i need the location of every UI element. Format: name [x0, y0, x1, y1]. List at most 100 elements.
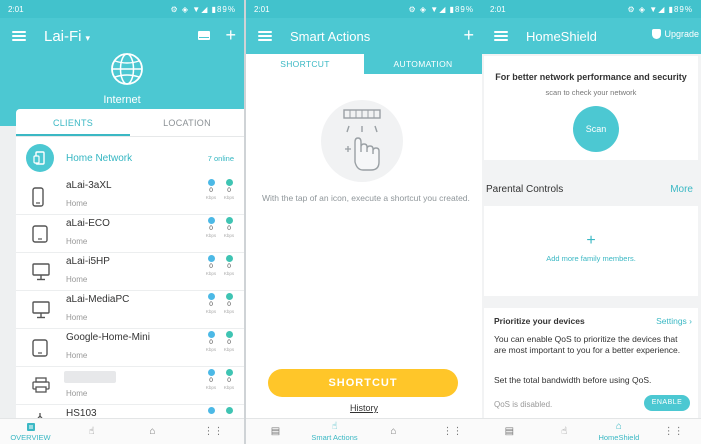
- menu-icon[interactable]: [494, 31, 508, 41]
- nav-overview[interactable]: ▤: [482, 419, 537, 444]
- clients-tabs: CLIENTS LOCATION: [16, 109, 244, 137]
- history-link[interactable]: History: [246, 403, 482, 413]
- grid-icon: ⋮⋮: [663, 426, 684, 437]
- overview-icon: ▤: [270, 426, 281, 437]
- rate-unit: Kbps: [223, 271, 235, 276]
- tab-shortcut[interactable]: SHORTCUT: [246, 54, 364, 74]
- download-rate: 0: [227, 263, 231, 270]
- bottom-nav: ▤ ☝ ⌂ HomeShield ⋮⋮: [482, 418, 701, 444]
- upload-rate: 0: [209, 263, 213, 270]
- client-row[interactable]: Home 0 Kbps 0 Kbps: [16, 367, 244, 405]
- upload-icon: [207, 369, 215, 376]
- nav-overview[interactable]: ▤: [246, 419, 305, 444]
- status-time: 2:01: [8, 4, 24, 14]
- rate-unit: Kbps: [223, 195, 235, 200]
- nav-more[interactable]: ⋮⋮: [423, 419, 482, 444]
- home-network-row[interactable]: Home Network 7 online: [16, 141, 244, 175]
- download-icon: [225, 293, 233, 300]
- enable-qos-button[interactable]: ENABLE: [644, 395, 690, 411]
- battery-level: 89%: [216, 4, 236, 14]
- status-icons: ⚙ ◈ ▼◢ ▮89%: [408, 4, 474, 14]
- download-rate: 0: [227, 377, 231, 384]
- client-rates: 0 Kbps 0 Kbps: [204, 331, 236, 365]
- network-name: Lai-Fi: [44, 27, 82, 45]
- rate-unit: Kbps: [205, 347, 217, 352]
- network-overview-screen: 2:01 ⚙ ◈ ▼◢ ▮89% Lai-Fi ▾ + Internet CLIE…: [0, 0, 244, 444]
- rate-unit: Kbps: [205, 271, 217, 276]
- add-icon[interactable]: +: [463, 26, 474, 44]
- internet-label: Internet: [103, 94, 141, 106]
- tab-location[interactable]: LOCATION: [130, 109, 244, 136]
- overview-icon: [26, 422, 35, 431]
- rate-unit: Kbps: [223, 309, 235, 314]
- globe-icon[interactable]: [110, 52, 144, 86]
- nav-smart-actions-label: Smart Actions: [311, 433, 358, 442]
- client-row[interactable]: aLai-MediaPC Home 0 Kbps 0 Kbps: [16, 291, 244, 329]
- client-location: Home: [66, 389, 88, 398]
- download-rate: 0: [227, 339, 231, 346]
- qos-settings-link[interactable]: Settings ›: [656, 316, 692, 326]
- rate-unit: Kbps: [205, 385, 217, 390]
- nav-smart-actions[interactable]: ☝ Smart Actions: [305, 419, 364, 444]
- download-icon: [225, 255, 233, 262]
- scan-card: For better network performance and secur…: [484, 56, 698, 160]
- status-bar: 2:01 ⚙ ◈ ▼◢ ▮89%: [246, 0, 482, 18]
- page-title: Smart Actions: [290, 28, 371, 44]
- parental-controls-title: Parental Controls: [486, 184, 564, 195]
- client-rates: 0 Kbps 0 Kbps: [204, 217, 236, 251]
- client-name: Google-Home-Mini: [66, 332, 150, 343]
- upload-rate: 0: [209, 187, 213, 194]
- nav-smart-actions[interactable]: ☝: [61, 419, 122, 444]
- download-rate: 0: [227, 225, 231, 232]
- qos-status: QoS is disabled.: [494, 400, 553, 409]
- tab-clients[interactable]: CLIENTS: [16, 109, 130, 136]
- shortcut-button[interactable]: SHORTCUT: [268, 369, 458, 397]
- network-selector[interactable]: Lai-Fi ▾: [44, 28, 90, 45]
- download-icon: [225, 407, 233, 414]
- smart-actions-screen: 2:01 ⚙ ◈ ▼◢ ▮89% Smart Actions + SHORTCU…: [246, 0, 482, 444]
- shield-home-icon: ⌂: [149, 426, 156, 437]
- rate-unit: Kbps: [223, 385, 235, 390]
- desktop-icon: [32, 301, 50, 319]
- client-row[interactable]: aLai-3aXL Home 0 Kbps 0 Kbps: [16, 177, 244, 215]
- nav-homeshield[interactable]: ⌂: [122, 419, 183, 444]
- online-count: 7 online: [207, 153, 234, 163]
- desktop-icon: [32, 263, 50, 281]
- grid-icon: ⋮⋮: [203, 426, 224, 437]
- scan-button[interactable]: Scan: [573, 106, 619, 152]
- more-link[interactable]: More: [670, 184, 693, 195]
- nav-homeshield[interactable]: ⌂ HomeShield: [592, 419, 647, 444]
- battery-level: 89%: [454, 4, 474, 14]
- nav-overview[interactable]: OVERVIEW: [0, 419, 61, 444]
- download-rate: 0: [227, 301, 231, 308]
- client-row[interactable]: aLai-i5HP Home 0 Kbps 0 Kbps: [16, 253, 244, 291]
- shield-home-icon: ⌂: [390, 426, 397, 437]
- client-row[interactable]: Google-Home-Mini Home 0 Kbps 0 Kbps: [16, 329, 244, 367]
- rate-unit: Kbps: [205, 233, 217, 238]
- app-bar: Lai-Fi ▾ +: [0, 18, 244, 54]
- parental-controls-header: Parental Controls More: [486, 184, 693, 195]
- status-icons: ⚙ ◈ ▼◢ ▮89%: [627, 4, 693, 14]
- bottom-nav: OVERVIEW ☝ ⌂ ⋮⋮: [0, 418, 244, 444]
- client-location: Home: [66, 237, 88, 246]
- qos-bandwidth-note: Set the total bandwidth before using QoS…: [494, 375, 652, 385]
- menu-icon[interactable]: [12, 31, 26, 41]
- nav-more[interactable]: ⋮⋮: [646, 419, 701, 444]
- client-rates: 0 Kbps 0 Kbps: [204, 293, 236, 327]
- tablet-icon: [32, 339, 48, 357]
- client-row[interactable]: aLai-ECO Home 0 Kbps 0 Kbps: [16, 215, 244, 253]
- upload-icon: [207, 407, 215, 414]
- nav-homeshield[interactable]: ⌂: [364, 419, 423, 444]
- parental-card[interactable]: + Add more family members.: [484, 206, 698, 296]
- shield-home-icon: ⌂: [615, 421, 622, 432]
- redacted-client-name: [64, 371, 116, 383]
- tab-automation[interactable]: AUTOMATION: [364, 54, 482, 74]
- grid-icon: ⋮⋮: [442, 426, 463, 437]
- mail-icon[interactable]: [198, 31, 210, 40]
- add-icon[interactable]: +: [225, 26, 236, 44]
- nav-smart-actions[interactable]: ☝: [537, 419, 592, 444]
- menu-icon[interactable]: [258, 31, 272, 41]
- nav-more[interactable]: ⋮⋮: [183, 419, 244, 444]
- rate-unit: Kbps: [205, 195, 217, 200]
- upgrade-button[interactable]: Upgrade: [652, 29, 699, 39]
